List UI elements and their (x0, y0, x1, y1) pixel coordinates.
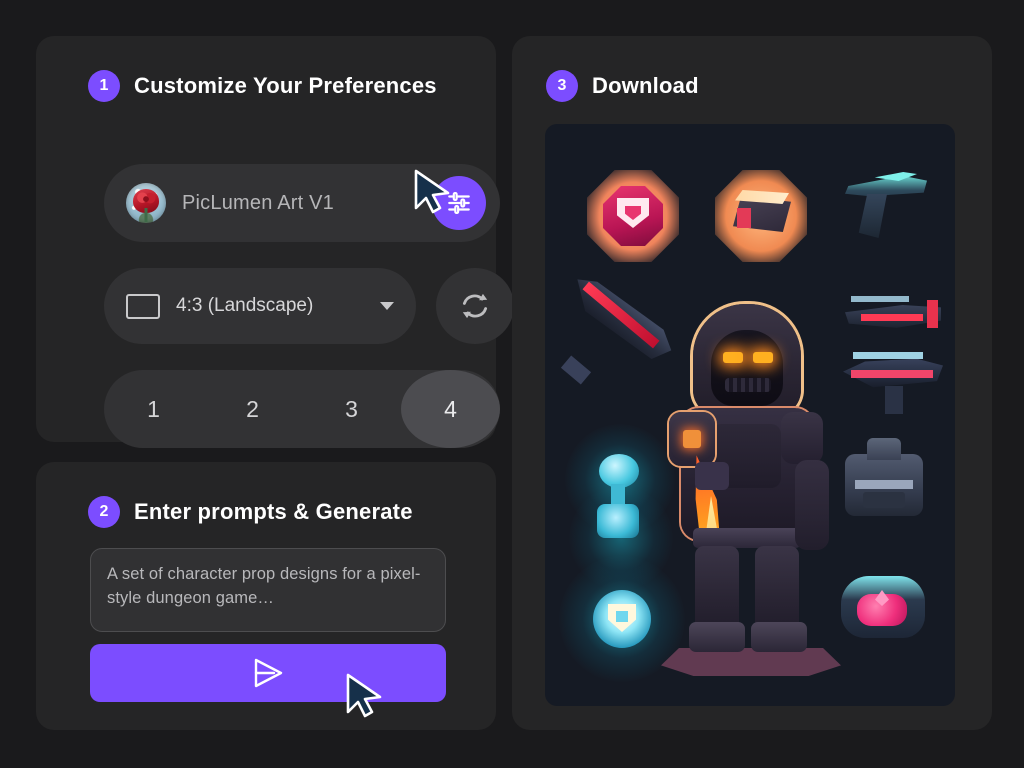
prompt-step-header: 2 Enter prompts & Generate (36, 462, 496, 528)
character-hand (695, 462, 729, 490)
grey-backpack-pocket (863, 492, 905, 508)
character-belt (693, 528, 801, 548)
customize-panel-title: Customize Your Preferences (134, 73, 437, 98)
character-leg-right (755, 546, 799, 632)
count-option-1[interactable]: 1 (104, 370, 203, 448)
model-settings-button[interactable] (432, 176, 486, 230)
step-badge-1: 1 (88, 70, 120, 102)
grey-backpack-strap (855, 480, 913, 489)
character-boot-right (751, 622, 807, 652)
image-count-selector[interactable]: 1 2 3 4 (104, 370, 500, 448)
model-name-label: PicLumen Art V1 (182, 191, 334, 214)
aspect-ratio-label: 4:3 (Landscape) (176, 295, 314, 316)
cyan-shield-orb-core (616, 611, 628, 622)
blue-rifle-rail (853, 352, 923, 359)
character-ground-shadow (661, 648, 841, 676)
blue-rifle-grip (885, 386, 903, 414)
refresh-icon (462, 293, 488, 319)
character-face (711, 330, 783, 406)
chevron-down-icon (380, 302, 394, 310)
step-badge-2: 2 (88, 496, 120, 528)
grey-backpack-top (867, 438, 901, 460)
model-selector-row[interactable]: PicLumen Art V1 (104, 164, 500, 242)
character-eye-left (723, 352, 743, 363)
character-eye-right (753, 352, 773, 363)
step-badge-3: 3 (546, 70, 578, 102)
character-mask-grill (725, 378, 771, 392)
character-shoulder-badge (683, 430, 701, 448)
send-icon (254, 658, 283, 688)
download-panel-title: Download (592, 73, 699, 98)
count-option-2[interactable]: 2 (203, 370, 302, 448)
character-arm-right (795, 460, 829, 550)
character-boot-left (689, 622, 745, 652)
prompt-input-value: A set of character prop designs for a pi… (107, 565, 421, 607)
generate-button[interactable] (90, 644, 446, 702)
generated-image[interactable] (545, 124, 955, 706)
character-shoulder-right (781, 412, 823, 464)
rose-thumbnail-icon (126, 183, 166, 223)
character-leg-left (695, 546, 739, 632)
aspect-ratio-select[interactable]: 4:3 (Landscape) (104, 268, 416, 344)
red-rifle-muzzle (560, 355, 592, 385)
prompt-panel-title: Enter prompts & Generate (134, 499, 413, 524)
landscape-rectangle-icon (126, 293, 160, 319)
sliders-icon (448, 191, 470, 215)
app-root: 1 Customize Your Preferences PicLumen Ar… (0, 0, 1024, 768)
customize-step-header: 1 Customize Your Preferences (36, 36, 496, 102)
cyan-pistol-grip (858, 194, 887, 238)
count-option-4[interactable]: 4 (401, 370, 500, 448)
customize-panel: 1 Customize Your Preferences PicLumen Ar… (36, 36, 514, 448)
ammo-crate-accent (737, 208, 751, 228)
red-assault-rifle-stripe (861, 314, 923, 321)
cyan-potion-base (597, 504, 639, 538)
prompt-input[interactable]: A set of character prop designs for a pi… (90, 548, 446, 632)
blue-rifle-stripe (851, 370, 933, 378)
refresh-button[interactable] (436, 268, 514, 344)
red-assault-rifle-muzzle (927, 300, 938, 328)
count-option-3[interactable]: 3 (302, 370, 401, 448)
cyan-potion-flask-icon (599, 454, 639, 488)
download-step-header: 3 Download (512, 36, 992, 102)
red-assault-rifle-rail (851, 296, 909, 302)
